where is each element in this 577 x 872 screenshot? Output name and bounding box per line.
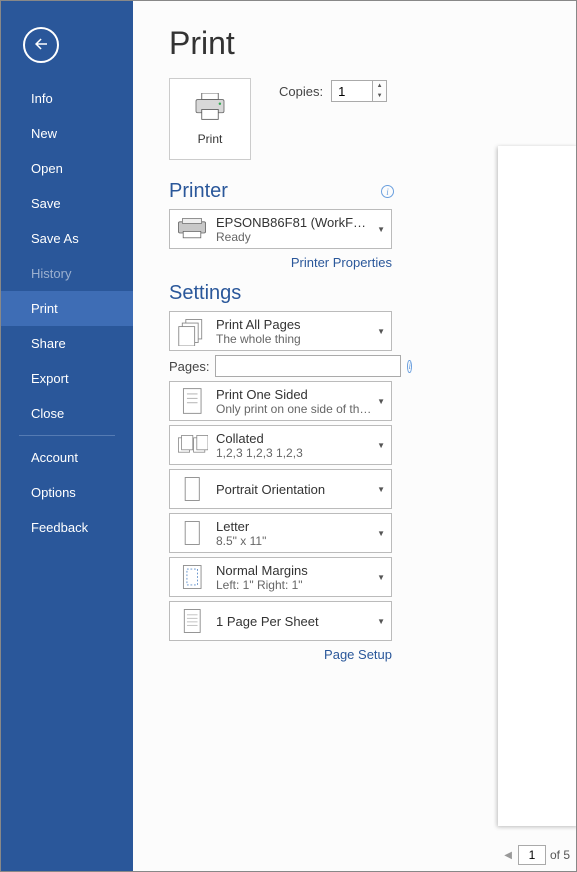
printer-info-icon[interactable]: i: [381, 185, 394, 198]
sidebar-item-save-as[interactable]: Save As: [1, 221, 133, 256]
chevron-down-icon: ▼: [377, 225, 385, 234]
printer-section-title: Printer: [169, 180, 228, 203]
pages-info-icon[interactable]: i: [407, 360, 412, 373]
print-button[interactable]: Print: [169, 78, 251, 160]
printer-status: Ready: [216, 230, 373, 244]
print-panel: Print Print Copies: ▲: [133, 1, 576, 871]
printer-name: EPSONB86F81 (WorkForce 8…: [216, 215, 373, 230]
sidebar-item-export[interactable]: Export: [1, 361, 133, 396]
chevron-down-icon: ▼: [377, 573, 385, 582]
sidebar-item-close[interactable]: Close: [1, 396, 133, 431]
margins-icon: [176, 562, 208, 592]
copies-label: Copies:: [279, 84, 323, 99]
print-button-label: Print: [198, 132, 223, 146]
page-title: Print: [169, 25, 568, 62]
orientation-selector[interactable]: Portrait Orientation ▼: [169, 469, 392, 509]
sidebar-item-info[interactable]: Info: [1, 81, 133, 116]
sidebar-item-open[interactable]: Open: [1, 151, 133, 186]
sidebar-item-account[interactable]: Account: [1, 440, 133, 475]
settings-section-title: Settings: [169, 282, 241, 305]
sidebar-item-feedback[interactable]: Feedback: [1, 510, 133, 545]
page-setup-link[interactable]: Page Setup: [169, 647, 392, 662]
prev-page-icon[interactable]: ◀: [502, 850, 514, 861]
copies-spinner[interactable]: ▲ ▼: [331, 80, 387, 102]
sidebar-item-options[interactable]: Options: [1, 475, 133, 510]
chevron-down-icon: ▼: [377, 617, 385, 626]
pages-input[interactable]: [215, 355, 401, 377]
pages-label: Pages:: [169, 359, 209, 374]
page-of-text: of 5: [550, 848, 570, 862]
print-preview-page: [498, 146, 576, 826]
collated-icon: [176, 430, 208, 460]
chevron-down-icon: ▼: [377, 485, 385, 494]
sidebar-item-new[interactable]: New: [1, 116, 133, 151]
arrow-left-icon: [32, 35, 50, 56]
paper-icon: [176, 518, 208, 548]
portrait-icon: [176, 474, 208, 504]
sidebar-item-print[interactable]: Print: [1, 291, 133, 326]
sides-selector[interactable]: Print One Sided Only print on one side o…: [169, 381, 392, 421]
printer-icon: [193, 93, 227, 124]
current-page-input[interactable]: [518, 845, 546, 865]
copies-up-icon[interactable]: ▲: [373, 81, 386, 91]
margins-selector[interactable]: Normal Margins Left: 1" Right: 1" ▼: [169, 557, 392, 597]
chevron-down-icon: ▼: [377, 327, 385, 336]
one-sided-icon: [176, 386, 208, 416]
one-per-sheet-icon: [176, 606, 208, 636]
sidebar-item-history[interactable]: History: [1, 256, 133, 291]
sidebar-item-save[interactable]: Save: [1, 186, 133, 221]
back-button[interactable]: [23, 27, 59, 63]
pages-per-sheet-selector[interactable]: 1 Page Per Sheet ▼: [169, 601, 392, 641]
printer-device-icon: [176, 214, 208, 244]
chevron-down-icon: ▼: [377, 441, 385, 450]
collate-selector[interactable]: Collated 1,2,3 1,2,3 1,2,3 ▼: [169, 425, 392, 465]
printer-selector[interactable]: EPSONB86F81 (WorkForce 8… Ready ▼: [169, 209, 392, 249]
chevron-down-icon: ▼: [377, 397, 385, 406]
print-scope-selector[interactable]: Print All Pages The whole thing ▼: [169, 311, 392, 351]
paper-size-selector[interactable]: Letter 8.5" x 11" ▼: [169, 513, 392, 553]
sidebar-item-share[interactable]: Share: [1, 326, 133, 361]
pages-stack-icon: [176, 316, 208, 346]
chevron-down-icon: ▼: [377, 529, 385, 538]
sidebar-separator: [19, 435, 115, 436]
copies-input[interactable]: [332, 81, 372, 101]
copies-down-icon[interactable]: ▼: [373, 91, 386, 101]
printer-properties-link[interactable]: Printer Properties: [169, 255, 392, 270]
backstage-sidebar: Info New Open Save Save As History Print…: [1, 1, 133, 871]
